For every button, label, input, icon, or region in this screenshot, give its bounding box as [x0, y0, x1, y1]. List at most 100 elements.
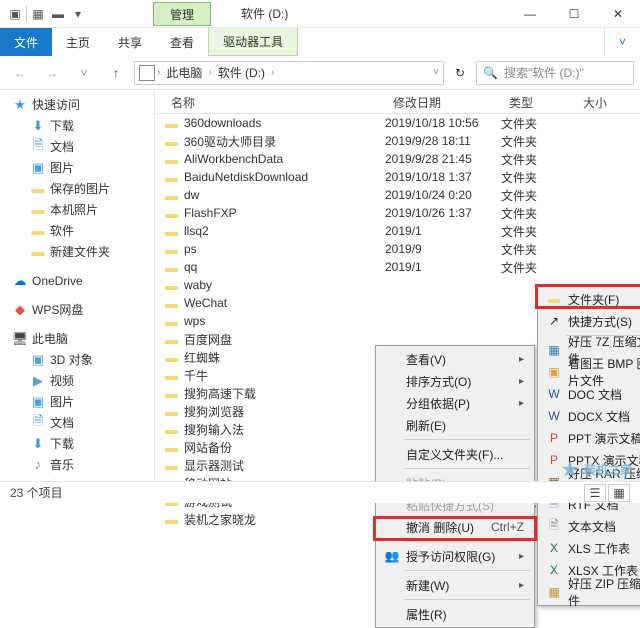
table-row[interactable]: ▬360驱动大师目录2019/9/28 18:11文件夹 — [155, 132, 640, 150]
tree-documents[interactable]: 🗎文档 — [0, 136, 154, 157]
menu-access[interactable]: 👥授予访问权限(G)▸ — [378, 545, 532, 567]
maximize-button[interactable]: ☐ — [552, 0, 596, 28]
tree-local-pics[interactable]: ▬本机照片 — [0, 199, 154, 220]
watermark: 装机之家 — [560, 459, 632, 479]
share-tab[interactable]: 共享 — [104, 28, 156, 56]
tree-saved-pics[interactable]: ▬保存的图片 — [0, 178, 154, 199]
refresh-button[interactable]: ↻ — [448, 61, 472, 85]
back-button[interactable]: ← — [6, 60, 34, 86]
view-tab[interactable]: 查看 — [156, 28, 208, 56]
music-icon: ♪ — [30, 457, 46, 473]
file-date: 2019/10/24 0:20 — [385, 188, 501, 202]
table-row[interactable]: ▬BaiduNetdiskDownload2019/10/18 1:37文件夹 — [155, 168, 640, 186]
menu-new-txt[interactable]: 🗎文本文档 — [540, 515, 640, 537]
file-name: 装机之家晓龙 — [184, 511, 256, 528]
icons-view-button[interactable]: ▦ — [608, 484, 630, 502]
item-count: 23 个项目 — [10, 484, 63, 501]
excel-icon: X — [546, 562, 562, 578]
menu-new-docx[interactable]: WDOCX 文档 — [540, 405, 640, 427]
folder-icon: ▬ — [30, 181, 46, 197]
tree-new-folder[interactable]: ▬新建文件夹 — [0, 241, 154, 262]
desktop-icon: ▬ — [30, 478, 46, 481]
address-bar[interactable]: › 此电脑 › 软件 (D:) › ˅ — [134, 61, 444, 85]
file-type: 文件夹 — [501, 151, 575, 168]
menu-view[interactable]: 查看(V)▸ — [378, 348, 532, 370]
file-tab[interactable]: 文件 — [0, 28, 52, 56]
expand-ribbon-button[interactable]: ˅ — [604, 28, 640, 56]
column-date[interactable]: 修改日期 — [385, 90, 501, 113]
menu-new-folder[interactable]: ▬文件夹(F) — [540, 288, 640, 310]
table-row[interactable]: ▬ps2019/9文件夹 — [155, 240, 640, 258]
table-row[interactable]: ▬AliWorkbenchData2019/9/28 21:45文件夹 — [155, 150, 640, 168]
tree-downloads[interactable]: ⬇下载 — [0, 115, 154, 136]
menu-group[interactable]: 分组依据(P)▸ — [378, 392, 532, 414]
tree-pictures[interactable]: ▣图片 — [0, 157, 154, 178]
text-icon: 🗎 — [546, 518, 562, 534]
menu-refresh[interactable]: 刷新(E) — [378, 414, 532, 436]
close-button[interactable]: ✕ — [596, 0, 640, 28]
properties-icon[interactable]: ▦ — [29, 5, 47, 23]
menu-new-xls[interactable]: XXLS 工作表 — [540, 537, 640, 559]
window-title: 软件 (D:) — [241, 5, 288, 22]
menu-new[interactable]: 新建(W)▸ — [378, 574, 532, 596]
menu-new-zip[interactable]: ▦好压 ZIP 压缩文件 — [540, 581, 640, 603]
file-name: 搜狗输入法 — [184, 421, 244, 438]
menu-new-doc[interactable]: WDOC 文档 — [540, 383, 640, 405]
home-tab[interactable]: 主页 — [52, 28, 104, 56]
chevron-right-icon[interactable]: › — [208, 67, 211, 78]
address-dropdown[interactable]: ˅ — [433, 67, 439, 78]
navigation-tree[interactable]: ★快速访问 ⬇下载 🗎文档 ▣图片 ▬保存的图片 ▬本机照片 ▬软件 ▬新建文件… — [0, 90, 155, 480]
folder-icon: ▬ — [165, 206, 178, 221]
folder-icon: ▬ — [165, 152, 178, 167]
file-name: BaiduNetdiskDownload — [184, 170, 308, 184]
menu-properties[interactable]: 属性(R) — [378, 603, 532, 625]
tree-this-pc[interactable]: 🖥此电脑 — [0, 328, 154, 349]
forward-button[interactable]: → — [38, 60, 66, 86]
drive-tools-tab[interactable]: 驱动器工具 — [208, 28, 298, 56]
breadcrumb-pc[interactable]: 此电脑 — [162, 62, 206, 83]
file-list[interactable]: 名称 修改日期 类型 大小 ▬ 360downloads 2019/10/18 10… — [155, 90, 640, 480]
table-row[interactable]: ▬llsq22019/1文件夹 — [155, 222, 640, 240]
minimize-button[interactable]: — — [508, 0, 552, 28]
table-row[interactable]: ▬qq2019/1文件夹 — [155, 258, 640, 276]
search-input[interactable]: 🔍 搜索"软件 (D:)" — [476, 61, 634, 85]
file-type: 文件夹 — [501, 205, 575, 222]
menu-new-ppt[interactable]: PPPT 演示文稿 — [540, 427, 640, 449]
details-view-button[interactable]: ☰ — [584, 484, 606, 502]
table-row[interactable]: ▬360downloads2019/10/18 10:56文件夹 — [155, 114, 640, 132]
menu-new-shortcut[interactable]: ↗快捷方式(S) — [540, 310, 640, 332]
file-date: 2019/10/26 1:37 — [385, 206, 501, 220]
column-size[interactable]: 大小 — [575, 90, 640, 113]
chevron-right-icon[interactable]: › — [157, 67, 160, 78]
breadcrumb-drive[interactable]: 软件 (D:) — [214, 62, 269, 83]
column-type[interactable]: 类型 — [501, 90, 575, 113]
menu-sort[interactable]: 排序方式(O)▸ — [378, 370, 532, 392]
open-icon[interactable]: ▬ — [49, 5, 67, 23]
tree-onedrive[interactable]: ☁OneDrive — [0, 270, 154, 291]
table-row[interactable]: ▬FlashFXP2019/10/26 1:37文件夹 — [155, 204, 640, 222]
column-name[interactable]: 名称 — [155, 90, 385, 113]
file-date: 2019/10/18 10:56 — [385, 116, 501, 130]
recent-dropdown[interactable]: ˅ — [70, 60, 98, 86]
folder-icon: ▬ — [165, 116, 178, 131]
tree-music[interactable]: ♪音乐 — [0, 454, 154, 475]
tree-videos[interactable]: ▶视频 — [0, 370, 154, 391]
drive-icon — [139, 65, 155, 81]
tree-wps[interactable]: ◆WPS网盘 — [0, 299, 154, 320]
tree-software[interactable]: ▬软件 — [0, 220, 154, 241]
menu-undo[interactable]: 撤消 删除(U)Ctrl+Z — [378, 516, 532, 538]
tree-downloads2[interactable]: ⬇下载 — [0, 433, 154, 454]
menu-new-bmp[interactable]: ▣看图王 BMP 图片文件 — [540, 361, 640, 383]
file-name: 360downloads — [184, 116, 261, 130]
tree-3d-objects[interactable]: ▣3D 对象 — [0, 349, 154, 370]
tree-quick-access[interactable]: ★快速访问 — [0, 94, 154, 115]
menu-customize[interactable]: 自定义文件夹(F)... — [378, 443, 532, 465]
up-button[interactable]: ↑ — [102, 60, 130, 86]
tree-documents2[interactable]: 🗎文档 — [0, 412, 154, 433]
table-row[interactable]: ▬dw2019/10/24 0:20文件夹 — [155, 186, 640, 204]
qat-dropdown[interactable]: ▾ — [69, 5, 87, 23]
new-submenu: ▬文件夹(F) ↗快捷方式(S) ▦好压 7Z 压缩文件 ▣看图王 BMP 图片… — [537, 285, 640, 606]
tree-pictures2[interactable]: ▣图片 — [0, 391, 154, 412]
chevron-right-icon[interactable]: › — [271, 67, 274, 78]
tree-desktop[interactable]: ▬桌面 — [0, 475, 154, 480]
